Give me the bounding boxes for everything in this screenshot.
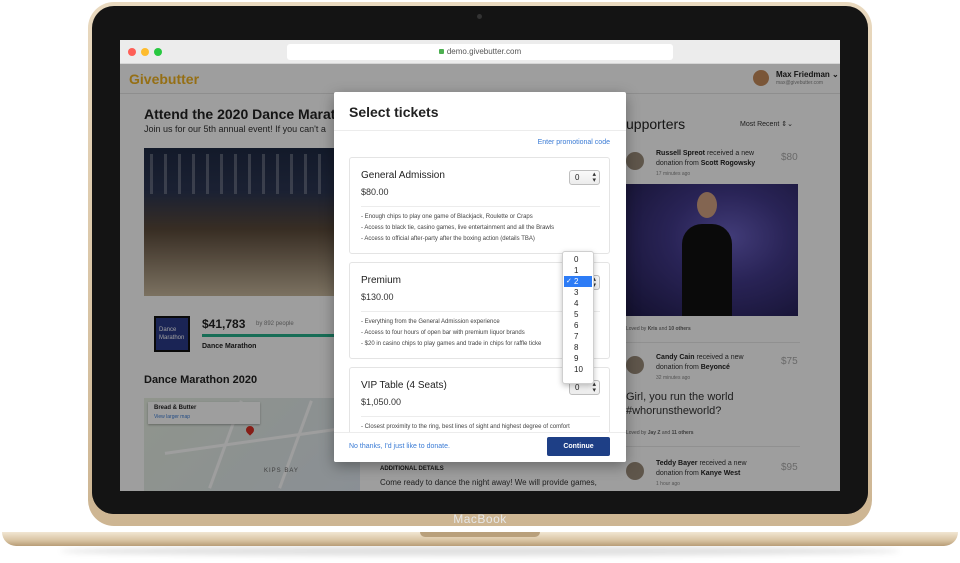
dropdown-option[interactable]: 0 (564, 254, 592, 265)
maximize-window-dot[interactable] (154, 48, 162, 56)
stepper-arrows-icon: ▴ ▾ (592, 381, 596, 394)
camera (477, 14, 482, 19)
url-text: demo.givebutter.com (446, 47, 522, 56)
ticket-perk: - Access to four hours of open bar with … (361, 330, 525, 336)
dropdown-option[interactable]: 3 (564, 287, 592, 298)
ticket-perk: - Enough chips to play one game of Black… (361, 214, 533, 220)
laptop-chin (92, 491, 868, 514)
dropdown-option[interactable]: 6 (564, 320, 592, 331)
modal-title: Select tickets (349, 104, 439, 120)
ticket-name: VIP Table (4 Seats) (361, 380, 447, 391)
dropdown-option[interactable]: 9 (564, 353, 592, 364)
dropdown-option[interactable]: 1 (564, 265, 592, 276)
checkmark-icon: ✓ (566, 278, 572, 285)
dropdown-option[interactable]: 8 (564, 342, 592, 353)
ticket-divider (361, 206, 600, 207)
modal-header-divider (334, 130, 626, 131)
dropdown-option-selected[interactable]: ✓ 2 (564, 276, 592, 287)
ticket-quantity-select[interactable]: 0 ▴ ▾ (569, 170, 600, 185)
ticket-price: $1,050.00 (361, 397, 402, 407)
ticket-price: $130.00 (361, 292, 394, 302)
ticket-perk: - Everything from the General Admission … (361, 319, 500, 325)
address-bar[interactable]: demo.givebutter.com (287, 44, 673, 60)
promo-code-link[interactable]: Enter promotional code (538, 139, 610, 146)
ticket-perk: - Access to black tie, casino games, liv… (361, 225, 555, 231)
ticket-name: Premium (361, 275, 402, 286)
screen: demo.givebutter.com Givebutter Max Fried… (120, 40, 840, 491)
ticket-perk: - $20 in casino chips to play games and … (361, 341, 542, 347)
lock-icon (438, 49, 444, 55)
browser-chrome: demo.givebutter.com (120, 40, 840, 64)
close-window-dot[interactable] (128, 48, 136, 56)
laptop-brand-label: MacBook (453, 512, 507, 526)
ticket-card: General Admission $80.00 0 ▴ ▾ - Enough ch… (349, 157, 610, 254)
dropdown-option[interactable]: 7 (564, 331, 592, 342)
ticket-divider (361, 416, 600, 417)
ticket-perk: - Closest proximity to the ring, best li… (361, 424, 570, 430)
no-thanks-donate-link[interactable]: No thanks, I'd just like to donate. (349, 443, 450, 450)
ticket-price: $80.00 (361, 187, 389, 197)
dropdown-option[interactable]: 5 (564, 309, 592, 320)
ticket-name: General Admission (361, 170, 445, 181)
laptop-shadow (60, 546, 900, 556)
dropdown-option[interactable]: 10 (564, 364, 592, 375)
laptop-base-notch (420, 532, 540, 537)
quantity-dropdown: 0 1 ✓ 2 3 4 5 6 7 8 9 10 (562, 251, 594, 384)
dropdown-option[interactable]: 4 (564, 298, 592, 309)
continue-button[interactable]: Continue (547, 437, 610, 456)
minimize-window-dot[interactable] (141, 48, 149, 56)
stepper-arrows-icon: ▴ ▾ (592, 171, 596, 184)
ticket-perk: - Access to official after-party after t… (361, 236, 535, 242)
